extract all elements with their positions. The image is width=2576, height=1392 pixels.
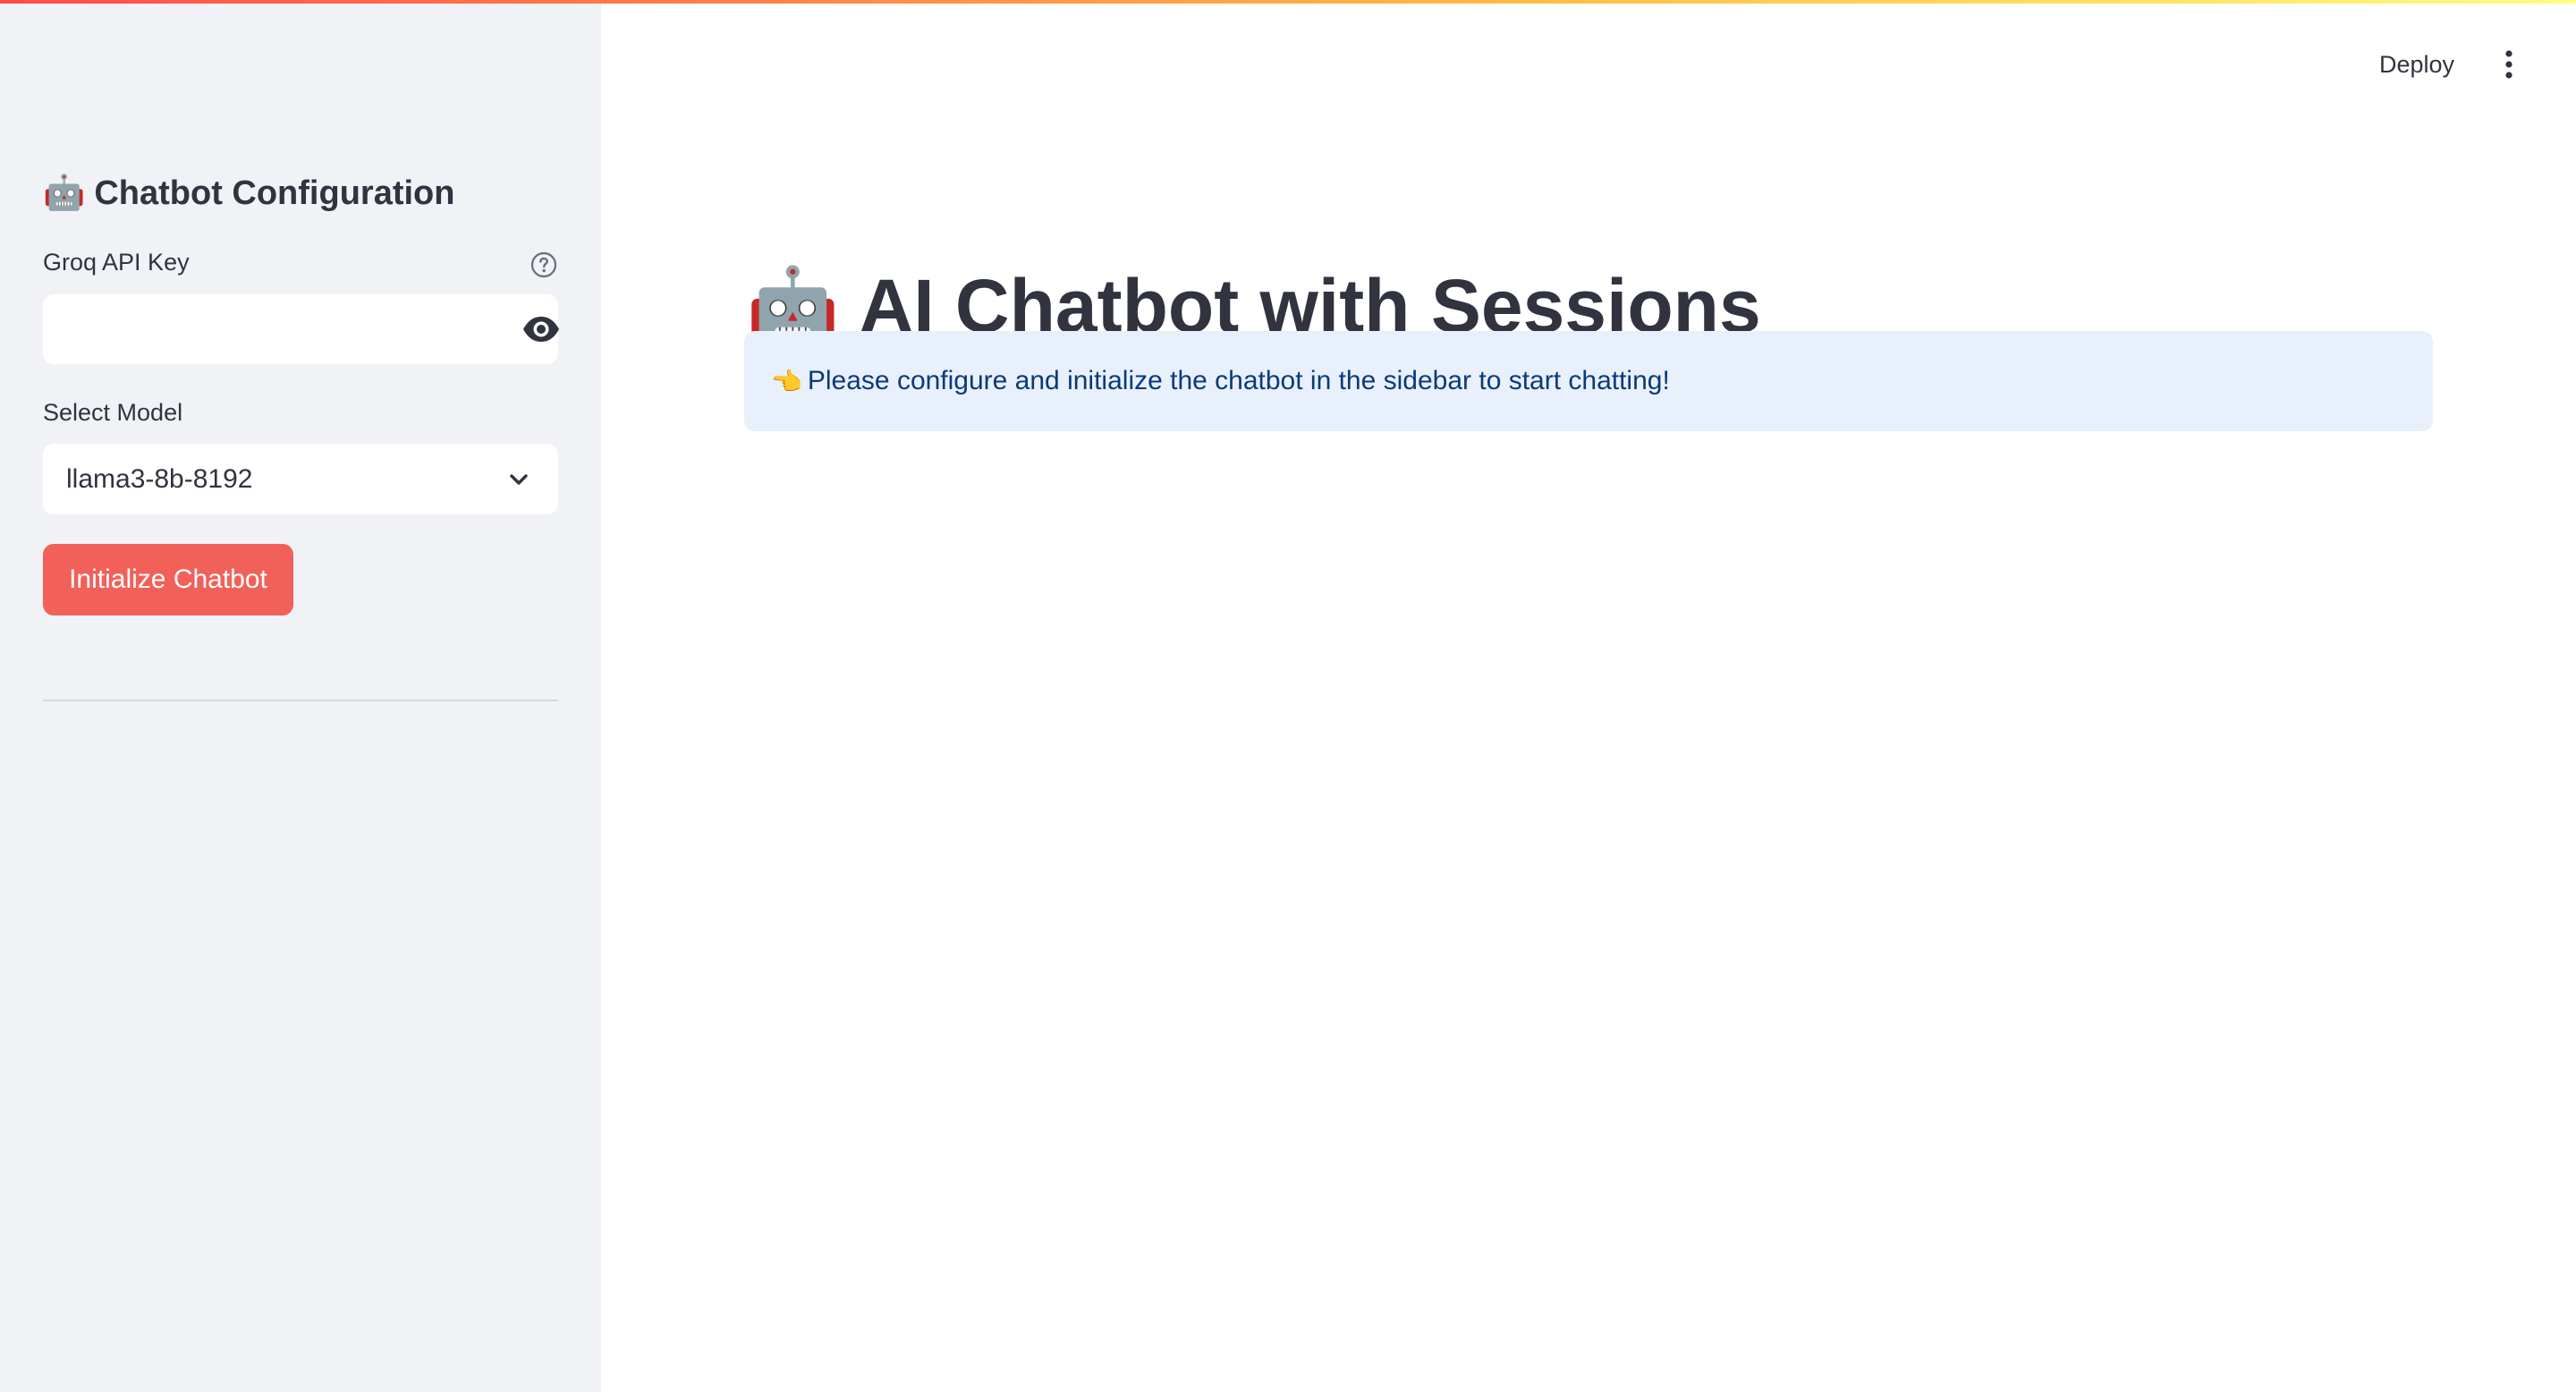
eye-icon[interactable] [521,315,561,344]
model-select-value: llama3-8b-8192 [66,464,253,494]
info-alert: 👈 Please configure and initialize the ch… [744,331,2433,431]
help-icon[interactable] [530,250,558,279]
sidebar: 🤖 Chatbot Configuration Groq API Key Sel… [0,0,601,1392]
api-key-field [43,294,561,364]
robot-icon: 🤖 [43,174,86,212]
model-select[interactable]: llama3-8b-8192 [43,444,558,514]
sidebar-title: 🤖 Chatbot Configuration [43,166,454,220]
info-alert-text: Please configure and initialize the chat… [807,366,1670,395]
api-key-label: Groq API Key [43,249,190,276]
deploy-button[interactable]: Deploy [2370,43,2463,86]
top-decoration-bar [0,0,2576,4]
sidebar-title-text: Chatbot Configuration [94,174,455,212]
initialize-chatbot-button[interactable]: Initialize Chatbot [43,544,293,615]
select-model-label: Select Model [43,399,183,426]
more-menu-icon[interactable] [2496,47,2522,82]
sidebar-divider [43,700,558,701]
pointing-left-icon: 👈 [771,367,802,395]
api-key-input[interactable] [43,294,472,364]
chevron-down-icon [510,474,528,485]
app-window: 🤖 Chatbot Configuration Groq API Key Sel… [0,0,2576,1392]
